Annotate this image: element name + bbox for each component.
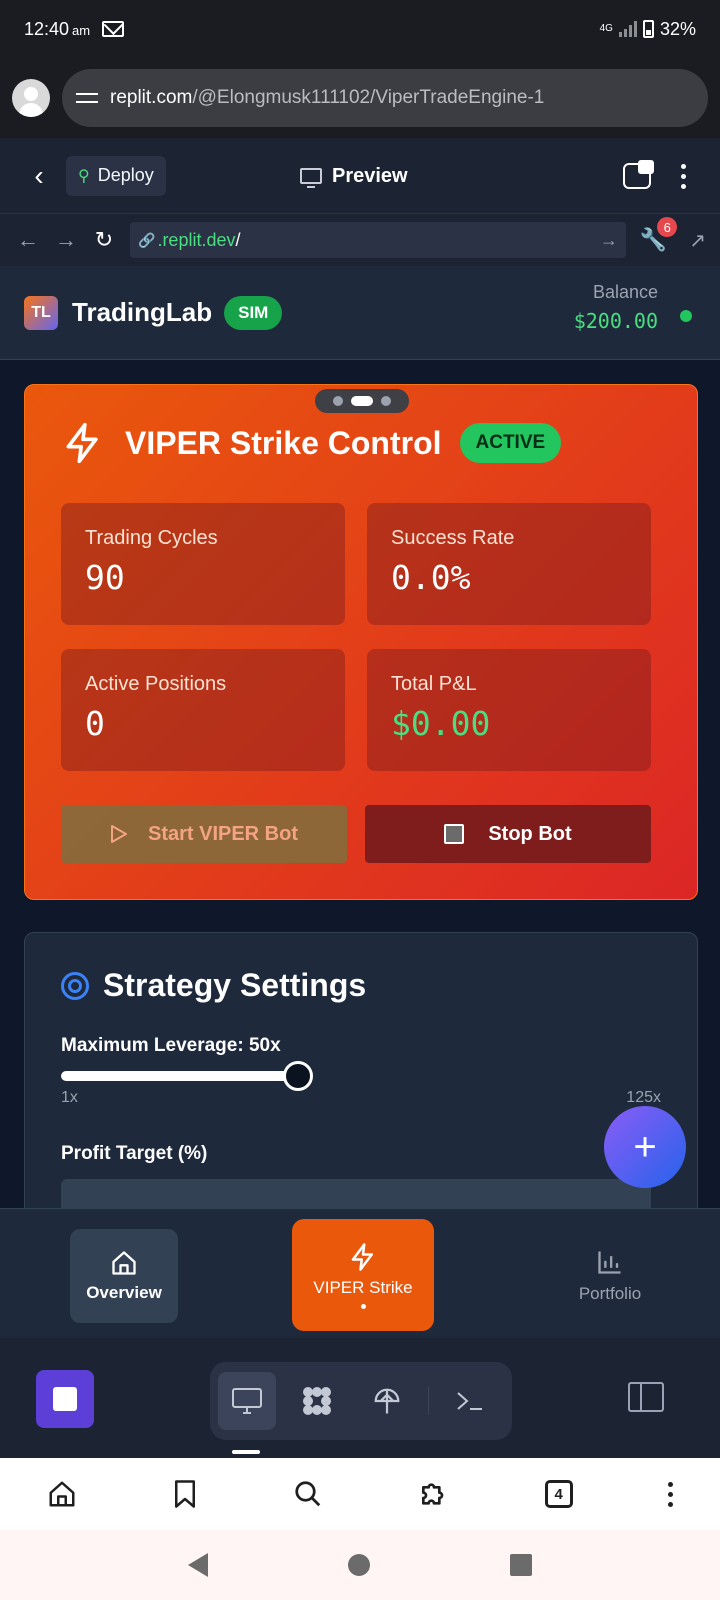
battery-icon xyxy=(642,20,654,38)
devtools-wrench-icon[interactable]: 🔧 6 xyxy=(640,217,678,253)
deploy-button[interactable]: ⚲ Deploy xyxy=(66,155,166,196)
stop-run-button[interactable] xyxy=(36,1370,94,1428)
deploy-icon xyxy=(374,1388,400,1414)
viper-strike-card: VIPER Strike Control ACTIVE Trading Cycl… xyxy=(24,384,698,900)
signal-icon xyxy=(618,21,637,37)
replit-toolbar xyxy=(0,1338,720,1458)
search-icon[interactable] xyxy=(293,1479,323,1509)
bolt-icon xyxy=(66,422,98,464)
profile-avatar[interactable] xyxy=(12,79,50,117)
status-badge: ACTIVE xyxy=(459,423,562,463)
plus-icon: + xyxy=(633,1124,657,1169)
gmail-icon xyxy=(102,21,125,37)
extensions-icon[interactable] xyxy=(418,1478,450,1510)
network-type: 4G xyxy=(599,23,613,34)
tab-switcher-button[interactable]: 4 xyxy=(544,1480,573,1508)
play-icon xyxy=(110,825,127,843)
main-content: VIPER Strike Control ACTIVE Trading Cycl… xyxy=(0,360,720,1208)
leverage-max-label: 125x xyxy=(626,1089,661,1106)
preview-tool-button[interactable] xyxy=(218,1372,276,1430)
target-icon xyxy=(61,971,89,1000)
more-menu-icon[interactable] xyxy=(681,163,686,189)
deploy-tool-button[interactable] xyxy=(358,1372,416,1430)
open-external-icon[interactable]: ↗ xyxy=(689,228,706,253)
system-back-icon[interactable] xyxy=(188,1553,208,1577)
site-settings-icon[interactable] xyxy=(76,89,98,107)
bookmark-icon[interactable] xyxy=(172,1479,198,1509)
card-title: VIPER Strike Control xyxy=(125,424,442,461)
home-icon[interactable] xyxy=(47,1479,77,1509)
stop-bot-button[interactable]: Stop Bot xyxy=(365,805,651,863)
strategy-settings-card: Strategy Settings Maximum Leverage: 50x … xyxy=(24,932,698,1208)
link-icon: 🔗 xyxy=(138,231,156,248)
stat-total-pnl: Total P&L $0.00 xyxy=(367,649,651,771)
balance-display: Balance $200.00 xyxy=(574,282,658,333)
system-recents-icon[interactable] xyxy=(510,1554,532,1576)
shell-tool-button[interactable] xyxy=(441,1372,499,1430)
app-header: TL TradingLab SIM Balance $200.00 xyxy=(0,266,720,360)
go-arrow-icon[interactable]: → xyxy=(600,230,618,251)
browser-url-bar: replit.com/@Elongmusk111102/ViperTradeEn… xyxy=(0,58,720,138)
tool-group xyxy=(210,1362,512,1440)
browser-bottom-bar: 4 xyxy=(0,1458,720,1530)
active-tool-indicator xyxy=(232,1450,260,1454)
url-path: /@Elongmusk111102/ViperTradeEngine-1 xyxy=(192,87,545,108)
back-chevron-icon[interactable]: ‹ xyxy=(24,160,54,191)
page-indicator[interactable] xyxy=(315,389,409,413)
bar-chart-icon xyxy=(598,1251,621,1274)
start-viper-bot-button[interactable]: Start VIPER Bot xyxy=(61,805,347,863)
replit-header: ‹ ⚲ Deploy Preview xyxy=(0,138,720,214)
stat-success-rate: Success Rate 0.0% xyxy=(367,503,651,625)
balance-label: Balance xyxy=(592,282,658,302)
app-logo: TL xyxy=(24,295,58,330)
preview-nav-bar: ← → ↻ 🔗 .replit.dev / → 🔧 6 ↗ xyxy=(0,214,720,266)
add-fab-button[interactable]: + xyxy=(604,1106,686,1188)
status-bar: 12:40 am 4G 32% xyxy=(0,0,720,58)
system-home-icon[interactable] xyxy=(348,1554,370,1576)
deploy-icon: ⚲ xyxy=(78,167,90,185)
balance-value: $200.00 xyxy=(573,309,658,333)
agent-tool-button[interactable] xyxy=(288,1372,346,1430)
preview-title: Preview xyxy=(300,138,408,214)
leverage-slider-track[interactable] xyxy=(61,1071,311,1081)
nav-tab-overview[interactable]: Overview xyxy=(70,1229,178,1323)
app-bottom-nav: Overview VIPER Strike Portfolio xyxy=(0,1208,720,1338)
nav-forward-icon[interactable]: → xyxy=(52,227,80,253)
stop-square-icon xyxy=(444,824,465,844)
active-tab-dot xyxy=(360,1303,366,1309)
nav-back-icon[interactable]: ← xyxy=(14,227,42,253)
bolt-icon xyxy=(351,1242,373,1271)
sim-badge: SIM xyxy=(224,295,283,330)
status-time: 12:40 am xyxy=(24,18,91,39)
monitor-icon xyxy=(300,168,322,188)
agent-icon xyxy=(303,1387,331,1415)
stat-active-positions: Active Positions 0 xyxy=(61,649,345,771)
profit-target-label: Profit Target (%) xyxy=(61,1143,208,1164)
app-name: TradingLab xyxy=(72,297,213,327)
nav-tab-viper-strike[interactable]: VIPER Strike xyxy=(292,1219,434,1331)
stat-trading-cycles: Trading Cycles 90 xyxy=(61,503,345,625)
home-icon xyxy=(112,1251,136,1275)
nav-tab-portfolio[interactable]: Portfolio xyxy=(556,1229,664,1323)
profit-target-input[interactable] xyxy=(61,1179,651,1208)
terminal-icon xyxy=(457,1392,482,1410)
dev-url-field[interactable]: 🔗 .replit.dev / → xyxy=(130,222,626,258)
leverage-min-label: 1x xyxy=(61,1089,78,1106)
layout-toggle-icon[interactable] xyxy=(628,1382,664,1412)
address-bar[interactable]: replit.com/@Elongmusk111102/ViperTradeEn… xyxy=(62,69,708,127)
leverage-label: Maximum Leverage: 50x xyxy=(61,1035,281,1056)
url-host: replit.com xyxy=(110,87,193,108)
system-nav-bar xyxy=(0,1530,720,1600)
tabs-icon[interactable] xyxy=(623,160,654,189)
browser-menu-icon[interactable] xyxy=(667,1481,673,1507)
connection-status-dot xyxy=(680,310,692,322)
leverage-slider-thumb[interactable] xyxy=(283,1061,313,1091)
reload-icon[interactable]: ↻ xyxy=(90,227,118,253)
notification-badge: 6 xyxy=(657,217,678,237)
battery-percent: 32% xyxy=(659,18,696,39)
settings-title: Strategy Settings xyxy=(103,967,367,1003)
monitor-icon xyxy=(232,1388,262,1414)
